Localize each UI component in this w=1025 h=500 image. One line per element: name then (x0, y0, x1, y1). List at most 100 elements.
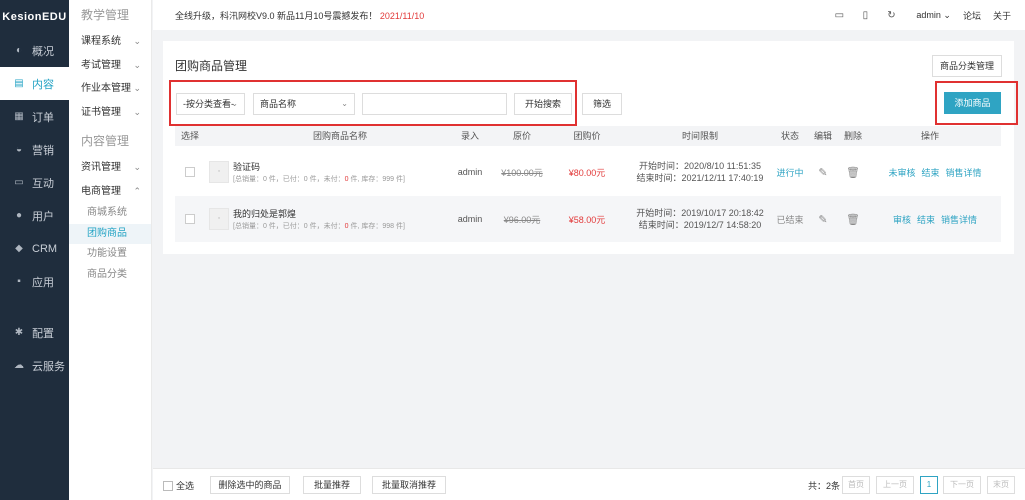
order-icon: ▦ (14, 111, 24, 122)
secondary-menu: 教学管理 课程系统 ⌄ 考试管理 ⌄ 作业本管理 ⌄ 证书管理 ⌄ 内容管理 资讯管理 ⌄… (69, 0, 152, 500)
col-orig-price: 原价 (512, 131, 531, 141)
nav-label: 营销 (32, 144, 54, 157)
row-ops: 审核 结束 销售详情 (875, 196, 995, 242)
row-price: ¥80.00元 (568, 167, 606, 178)
edit-icon[interactable]: ✎ (808, 149, 838, 195)
nav-item-overview[interactable]: ◐ 概况 (0, 34, 69, 67)
category-manage-button[interactable]: 商品分类管理 (932, 55, 1002, 77)
announcement[interactable]: 全线升级，科汛网校V9.0 新品11月10号震撼发布！ 2021/11/10 (153, 9, 424, 22)
batch-recommend-button[interactable]: 批量推荐 (303, 476, 361, 494)
submenu-item-certificate[interactable]: 证书管理 ⌄ (69, 101, 151, 125)
row-checkbox[interactable] (185, 167, 195, 177)
submenu-item-news[interactable]: 资讯管理 ⌄ (69, 156, 151, 180)
field-select[interactable]: 商品名称 ⌄ (253, 93, 355, 115)
mobile-icon[interactable]: ▯ (852, 10, 878, 21)
submenu-child-groupbuy[interactable]: 团购商品 (69, 223, 151, 244)
about-link[interactable]: 关于 (993, 9, 1011, 22)
audit-link[interactable]: 审核 (893, 213, 911, 226)
submenu-heading: 教学管理 (81, 8, 130, 22)
nav-label: CRM (32, 242, 58, 255)
trash-icon[interactable]: 🗑 (838, 149, 868, 195)
submenu-item-course[interactable]: 课程系统 ⌄ (69, 30, 151, 54)
nav-item-users[interactable]: ● 用户 (0, 199, 69, 232)
sales-detail-link[interactable]: 销售详情 (941, 213, 977, 226)
row-author: admin (457, 214, 483, 224)
nav-label: 用户 (32, 210, 54, 223)
select-all-checkbox[interactable] (163, 481, 173, 491)
nav-item-orders[interactable]: ▦ 订单 (0, 100, 69, 133)
submenu-child-settings[interactable]: 功能设置 (69, 244, 151, 265)
audit-link[interactable]: 未审核 (888, 166, 915, 179)
col-delete: 删除 (843, 131, 862, 141)
submenu-label: 证书管理 (81, 106, 121, 118)
nav-label: 内容 (32, 78, 54, 91)
nav-item-crm[interactable]: ◆ CRM (0, 232, 69, 265)
user-name: admin (916, 9, 941, 20)
nav-label: 订单 (32, 111, 54, 124)
refresh-icon[interactable]: ↻ (878, 10, 904, 21)
add-product-button[interactable]: 添加商品 (944, 92, 1001, 114)
submenu-label: 资讯管理 (81, 162, 121, 173)
page-title: 团购商品管理 (175, 59, 248, 73)
nav-item-content[interactable]: ▤ 内容 (0, 67, 69, 100)
end-link[interactable]: 结束 (917, 213, 935, 226)
col-status: 状态 (780, 131, 799, 141)
col-ops: 操作 (920, 131, 939, 141)
edit-icon[interactable]: ✎ (808, 196, 838, 242)
page-last[interactable]: 末页 (987, 476, 1015, 494)
page-prev[interactable]: 上一页 (876, 476, 914, 494)
user-icon: ● (15, 210, 23, 221)
page-current[interactable]: 1 (920, 476, 938, 494)
forum-link[interactable]: 论坛 (963, 9, 981, 22)
col-price: 团购价 (573, 131, 601, 141)
nav-item-interaction[interactable]: ▭ 互动 (0, 166, 69, 199)
chevron-up-icon: ⌃ (133, 185, 141, 196)
field-select-value: 商品名称 (260, 99, 297, 109)
submenu-item-exam[interactable]: 考试管理 ⌄ (69, 54, 151, 78)
product-name[interactable]: 我的归处是郭煌 (233, 207, 296, 220)
nav-item-settings[interactable]: ✱ 配置 (0, 316, 69, 349)
row-price: ¥58.00元 (568, 214, 606, 225)
category-select[interactable]: -按分类查看- ⌄ (176, 93, 245, 115)
product-thumbnail: ▫ (209, 161, 229, 183)
nav-item-cloud[interactable]: ☁ 云服务 (0, 349, 69, 382)
submenu-item-ecommerce[interactable]: 电商管理 ⌃ (69, 180, 151, 204)
main-sidebar: KesionEDU ◐ 概况 ▤ 内容 ▦ 订单 ◒ 营销 ▭ 互动 ● 用户 ◆ CRM ▪… (0, 0, 69, 500)
col-author: 录入 (460, 131, 479, 141)
col-edit: 编辑 (813, 131, 832, 141)
announcement-text: 全线升级，科汛网校V9.0 新品11月10号震撼发布！ (175, 10, 378, 21)
submenu-child-mall[interactable]: 商城系统 (69, 203, 151, 224)
delete-selected-button[interactable]: 删除选中的商品 (210, 476, 290, 494)
submenu-label: 考试管理 (81, 59, 121, 71)
product-name[interactable]: 验证码 (233, 160, 260, 173)
submenu-child-categories[interactable]: 商品分类 (69, 265, 151, 286)
batch-unrecommend-button[interactable]: 批量取消推荐 (372, 476, 446, 494)
desktop-icon[interactable]: ▭ (826, 10, 852, 21)
col-name: 团购商品名称 (312, 131, 367, 141)
row-time: 开始时间：2019/10/17 20:18:42 结束时间：2019/12/7 1… (636, 208, 764, 230)
page-next[interactable]: 下一页 (943, 476, 981, 494)
col-select: 选择 (180, 131, 199, 141)
marketing-icon: ◒ (15, 144, 23, 155)
user-menu[interactable]: admin ⌄ (916, 10, 951, 21)
trash-icon[interactable]: 🗑 (838, 196, 868, 242)
page-first[interactable]: 首页 (842, 476, 870, 494)
row-orig-price: ¥100.00元 (501, 167, 543, 178)
sales-detail-link[interactable]: 销售详情 (946, 166, 982, 179)
end-link[interactable]: 结束 (921, 166, 939, 179)
nav-item-apps[interactable]: ▪ 应用 (0, 265, 69, 298)
filter-button[interactable]: 筛选 (582, 93, 622, 115)
chevron-down-icon: ⌄ (133, 106, 141, 117)
chat-icon: ▭ (14, 177, 24, 188)
select-all-label[interactable]: 全选 (176, 479, 194, 492)
search-input[interactable] (362, 93, 507, 115)
nav-item-marketing[interactable]: ◒ 营销 (0, 133, 69, 166)
submenu-heading: 内容管理 (81, 134, 130, 148)
chevron-down-icon: ⌄ (133, 162, 141, 172)
table-row: ▫ 我的归处是郭煌 [总销量：0 件，已付：0 件，未付：0 件, 库存：998… (175, 196, 1001, 242)
submenu-item-homework[interactable]: 作业本管理 ⌄ (69, 77, 151, 101)
search-button[interactable]: 开始搜索 (514, 93, 572, 115)
col-time: 时间限制 (681, 131, 718, 141)
row-checkbox[interactable] (185, 214, 195, 224)
submenu-label: 电商管理 (81, 185, 121, 197)
